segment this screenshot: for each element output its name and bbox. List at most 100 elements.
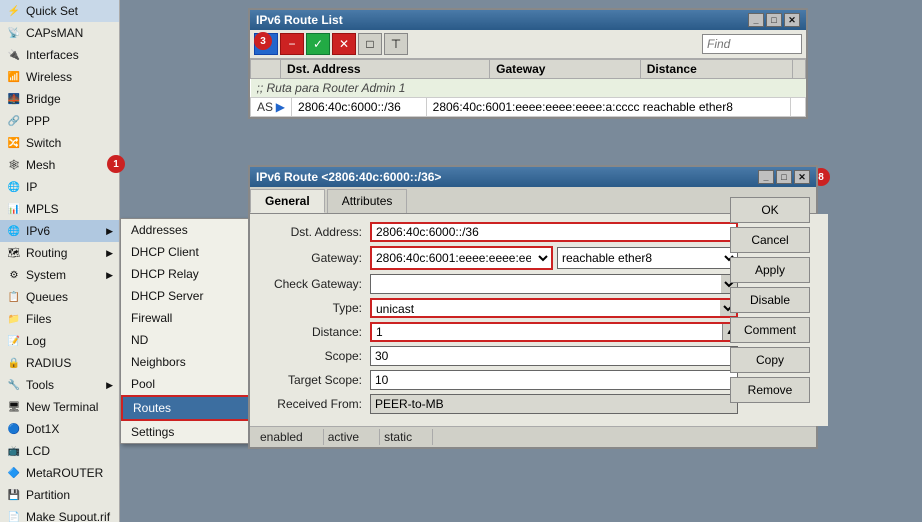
submenu-dhcp-relay[interactable]: DHCP Relay bbox=[121, 263, 255, 285]
sidebar-item-mesh[interactable]: 🕸 Mesh bbox=[0, 154, 119, 176]
minimize-button[interactable]: _ bbox=[748, 13, 764, 27]
dst-address-input[interactable] bbox=[370, 222, 738, 242]
submenu-dhcp-client[interactable]: DHCP Client bbox=[121, 241, 255, 263]
tab-general[interactable]: General bbox=[250, 189, 325, 213]
sidebar-item-queues[interactable]: 📋 Queues bbox=[0, 286, 119, 308]
submenu-addresses[interactable]: Addresses bbox=[121, 219, 255, 241]
gateway-input[interactable] bbox=[372, 248, 535, 268]
sidebar-item-files[interactable]: 📁 Files bbox=[0, 308, 119, 330]
submenu-firewall[interactable]: Firewall bbox=[121, 307, 255, 329]
distance-field: ▲ bbox=[370, 322, 738, 342]
sidebar-item-system[interactable]: ⚙ System bbox=[0, 264, 119, 286]
sidebar-item-lcd[interactable]: 📺 LCD bbox=[0, 440, 119, 462]
sidebar-item-quickset[interactable]: ⚡ Quick Set bbox=[0, 0, 119, 22]
tools-icon: 🔧 bbox=[6, 377, 22, 393]
route-edit-title: IPv6 Route <2806:40c:6000::/36> bbox=[256, 170, 441, 184]
edit-minimize-button[interactable]: _ bbox=[758, 170, 774, 184]
cancel-button[interactable]: Cancel bbox=[730, 227, 810, 253]
ppp-icon: 🔗 bbox=[6, 113, 22, 129]
edit-restore-button[interactable]: □ bbox=[776, 170, 792, 184]
target-scope-input[interactable] bbox=[370, 370, 738, 390]
gateway-right-input[interactable] bbox=[558, 248, 721, 268]
apply-button[interactable]: Apply bbox=[730, 257, 810, 283]
col-distance: Distance bbox=[640, 60, 792, 79]
comment-button[interactable]: Comment bbox=[730, 317, 810, 343]
submenu-neighbors[interactable]: Neighbors bbox=[121, 351, 255, 373]
gateway-left-container: ▼ bbox=[370, 246, 553, 270]
submenu-settings[interactable]: Settings bbox=[121, 421, 255, 443]
submenu-routes[interactable]: Routes bbox=[121, 395, 255, 421]
window-controls: _ □ ✕ bbox=[748, 13, 800, 27]
maximize-button[interactable]: □ bbox=[766, 13, 782, 27]
sidebar-item-log[interactable]: 📝 Log bbox=[0, 330, 119, 352]
submenu-pool[interactable]: Pool bbox=[121, 373, 255, 395]
type-label: Type: bbox=[260, 301, 370, 315]
check-gateway-label: Check Gateway: bbox=[260, 277, 370, 291]
quickset-icon: ⚡ bbox=[6, 3, 22, 19]
distance-label: Distance: bbox=[260, 325, 370, 339]
received-from-input[interactable] bbox=[370, 394, 738, 414]
sidebar-item-bridge[interactable]: 🌉 Bridge bbox=[0, 88, 119, 110]
edit-close-button[interactable]: ✕ bbox=[794, 170, 810, 184]
filter-button[interactable]: ⊤ bbox=[384, 33, 408, 55]
type-field: unicast ▼ bbox=[370, 298, 738, 318]
interfaces-icon: 🔌 bbox=[6, 47, 22, 63]
supout-icon: 📄 bbox=[6, 509, 22, 522]
files-icon: 📁 bbox=[6, 311, 22, 327]
capsman-icon: 📡 bbox=[6, 25, 22, 41]
remove-button[interactable]: − bbox=[280, 33, 304, 55]
search-input[interactable] bbox=[702, 34, 802, 54]
edit-window-controls: _ □ ✕ bbox=[758, 170, 810, 184]
status-static: static bbox=[380, 429, 433, 445]
sidebar-item-interfaces[interactable]: 🔌 Interfaces bbox=[0, 44, 119, 66]
form-row-distance: Distance: ▲ bbox=[260, 322, 738, 342]
sidebar-item-ip[interactable]: 🌐 IP bbox=[0, 176, 119, 198]
ok-button[interactable]: OK bbox=[730, 197, 810, 223]
cancel-button-toolbar[interactable]: ✕ bbox=[332, 33, 356, 55]
metarouter-icon: 🔷 bbox=[6, 465, 22, 481]
distance-input[interactable] bbox=[372, 324, 722, 340]
terminal-icon: 🖥 bbox=[6, 399, 22, 415]
sidebar-item-wireless[interactable]: 📶 Wireless bbox=[0, 66, 119, 88]
gateway-select-left[interactable]: ▼ bbox=[535, 248, 551, 268]
sidebar-item-switch[interactable]: 🔀 Switch bbox=[0, 132, 119, 154]
route-list-area[interactable]: ;; Ruta para Router Admin 1 AS ▶ 2806:40… bbox=[250, 79, 806, 117]
form-row-target-scope: Target Scope: bbox=[260, 370, 738, 390]
switch-icon: 🔀 bbox=[6, 135, 22, 151]
sidebar-item-dot1x[interactable]: 🔵 Dot1X bbox=[0, 418, 119, 440]
form-row-check-gateway: Check Gateway: ▼ bbox=[260, 274, 738, 294]
close-button[interactable]: ✕ bbox=[784, 13, 800, 27]
tab-attributes[interactable]: Attributes bbox=[327, 189, 408, 213]
badge-3: 3 bbox=[254, 32, 272, 50]
check-button[interactable]: ✓ bbox=[306, 33, 330, 55]
submenu-nd[interactable]: ND bbox=[121, 329, 255, 351]
scope-input[interactable] bbox=[370, 346, 738, 366]
sidebar-item-routing[interactable]: 🗺 Routing bbox=[0, 242, 119, 264]
sidebar-item-ppp[interactable]: 🔗 PPP bbox=[0, 110, 119, 132]
gateway-label: Gateway: bbox=[260, 251, 370, 265]
remove-button-edit[interactable]: Remove bbox=[730, 377, 810, 403]
sidebar-item-makesupout[interactable]: 📄 Make Supout.rif bbox=[0, 506, 119, 522]
sidebar-item-capsman[interactable]: 📡 CAPsMAN bbox=[0, 22, 119, 44]
lcd-icon: 📺 bbox=[6, 443, 22, 459]
table-row[interactable]: AS ▶ 2806:40c:6000::/36 2806:40c:6001:ee… bbox=[251, 98, 806, 117]
sidebar-item-ipv6[interactable]: 🌐 IPv6 bbox=[0, 220, 119, 242]
sidebar-item-radius[interactable]: 🔒 RADIUS bbox=[0, 352, 119, 374]
copy-button[interactable]: Copy bbox=[730, 347, 810, 373]
restore-button[interactable]: □ bbox=[358, 33, 382, 55]
col-gateway: Gateway bbox=[490, 60, 641, 79]
sidebar-item-partition[interactable]: 💾 Partition bbox=[0, 484, 119, 506]
row-dst-cell: 2806:40c:6000::/36 bbox=[292, 98, 427, 117]
radius-icon: 🔒 bbox=[6, 355, 22, 371]
bridge-icon: 🌉 bbox=[6, 91, 22, 107]
routing-icon: 🗺 bbox=[6, 245, 22, 261]
row-gateway-cell: 2806:40c:6001:eeee:eeee:eeee:a:cccc reac… bbox=[426, 98, 790, 117]
ipv6-icon: 🌐 bbox=[6, 223, 22, 239]
submenu-dhcp-server[interactable]: DHCP Server bbox=[121, 285, 255, 307]
disable-button[interactable]: Disable bbox=[730, 287, 810, 313]
sidebar-item-mpls[interactable]: 📊 MPLS bbox=[0, 198, 119, 220]
sidebar-item-tools[interactable]: 🔧 Tools bbox=[0, 374, 119, 396]
sidebar-item-metarouter[interactable]: 🔷 MetaROUTER bbox=[0, 462, 119, 484]
partition-icon: 💾 bbox=[6, 487, 22, 503]
sidebar-item-newterminal[interactable]: 🖥 New Terminal bbox=[0, 396, 119, 418]
